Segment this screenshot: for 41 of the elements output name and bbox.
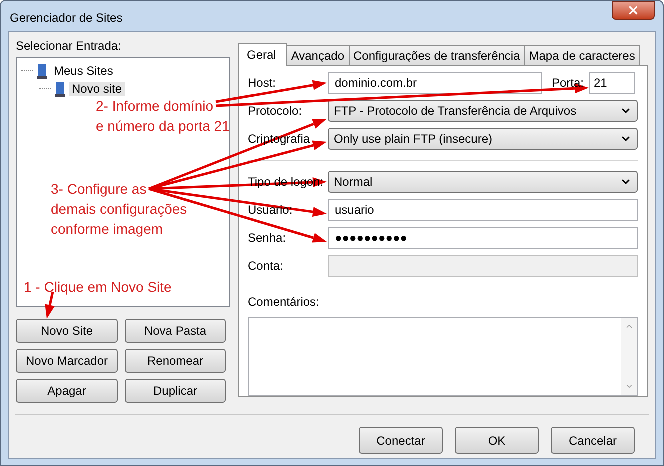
field-label: Senha: bbox=[248, 230, 288, 247]
input-field[interactable]: ●●●●●●●●●● bbox=[328, 227, 638, 249]
site-button[interactable]: Renomear bbox=[125, 349, 226, 373]
dialog-button[interactable]: OK bbox=[455, 427, 539, 454]
scroll-down-icon bbox=[624, 382, 634, 391]
field-label: Host: bbox=[248, 75, 278, 92]
annotation-text: 1 - Clique em Novo Site bbox=[24, 278, 172, 297]
tab[interactable]: Configurações de transferência bbox=[348, 45, 526, 65]
dropdown[interactable]: Only use plain FTP (insecure) bbox=[328, 128, 638, 150]
tab[interactable]: Geral bbox=[238, 43, 288, 66]
site-button[interactable]: Nova Pasta bbox=[125, 319, 226, 343]
dialog-button[interactable]: Conectar bbox=[359, 427, 443, 454]
field-label: Comentários: bbox=[248, 294, 320, 311]
dropdown[interactable]: FTP - Protocolo de Transferência de Arquivos bbox=[328, 100, 638, 122]
server-icon bbox=[37, 64, 47, 78]
close-icon bbox=[627, 4, 640, 17]
site-button[interactable]: Duplicar bbox=[125, 379, 226, 403]
site-button[interactable]: Novo Marcador bbox=[16, 349, 118, 373]
site-button[interactable]: Novo Site bbox=[16, 319, 118, 343]
tab[interactable]: Avançado bbox=[286, 45, 350, 65]
site-button[interactable]: Apagar bbox=[16, 379, 118, 403]
field-label: Usuario: bbox=[248, 202, 294, 219]
comments-field[interactable] bbox=[248, 317, 638, 396]
dropdown[interactable]: Normal bbox=[328, 171, 638, 193]
input-field[interactable]: usuario bbox=[328, 199, 638, 221]
window-title: Gerenciador de Sites bbox=[10, 10, 123, 27]
tab[interactable]: Mapa de caracteres bbox=[524, 45, 640, 65]
input-field[interactable]: 21 bbox=[589, 72, 635, 94]
field-label: Protocolo: bbox=[248, 103, 304, 120]
tree-item[interactable]: Meus Sites bbox=[51, 64, 116, 78]
section-label: Selecionar Entrada: bbox=[16, 38, 122, 54]
input-field[interactable]: dominio.com.br bbox=[328, 72, 542, 94]
annotation-text: 3- Configure as demais configurações conforme imagem bbox=[51, 180, 188, 239]
close-button[interactable] bbox=[612, 1, 655, 20]
server-icon bbox=[55, 82, 65, 96]
input-field[interactable] bbox=[328, 255, 638, 277]
tree-item[interactable]: Novo site bbox=[69, 82, 126, 96]
scroll-up-icon bbox=[624, 322, 634, 331]
field-label: Porta: bbox=[552, 75, 586, 92]
field-label: Conta: bbox=[248, 258, 284, 275]
dialog-button[interactable]: Cancelar bbox=[551, 427, 635, 454]
